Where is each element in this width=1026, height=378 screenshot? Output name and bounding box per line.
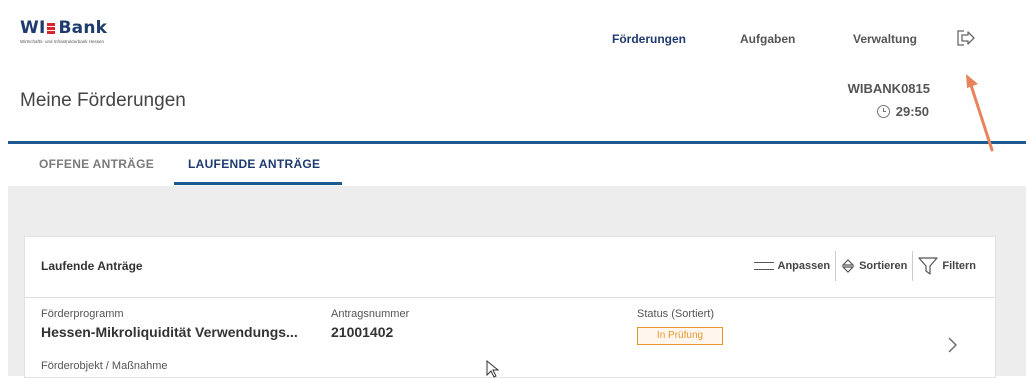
card-header: Laufende Anträge Anpassen Sortieren Filt… [25, 237, 995, 298]
card-toolbar: Anpassen Sortieren Filtern [749, 251, 982, 281]
lines-icon [753, 262, 774, 270]
main-content: Laufende Anträge Anpassen Sortieren Filt… [8, 186, 1026, 378]
adjust-button[interactable]: Anpassen [749, 251, 836, 281]
program-value: Hessen-Mikroliquidität Verwendungs... [41, 324, 298, 340]
card-title: Laufende Anträge [41, 259, 143, 273]
nav-aufgaben[interactable]: Aufgaben [740, 32, 795, 46]
active-tab-indicator [174, 182, 342, 185]
number-value: 21001402 [331, 324, 394, 340]
tab-bar: OFFENE ANTRÄGE LAUFENDE ANTRÄGE [0, 144, 1026, 186]
application-row[interactable]: Förderprogramm Hessen-Mikroliquidität Ve… [25, 298, 995, 378]
annotation-arrow-icon [966, 74, 994, 152]
session-timer: 29:50 [876, 104, 929, 119]
logout-icon[interactable] [955, 28, 977, 48]
sort-button[interactable]: Sortieren [836, 251, 912, 281]
tab-offene-antraege[interactable]: OFFENE ANTRÄGE [39, 157, 154, 171]
app-header: WI Bank Wirtschafts- und Infrastrukturba… [0, 0, 1026, 142]
clock-icon [876, 105, 890, 118]
number-label: Antragsnummer [331, 308, 410, 320]
tab-laufende-antraege[interactable]: LAUFENDE ANTRÄGE [188, 157, 320, 171]
filter-icon [918, 257, 938, 275]
page-title: Meine Förderungen [20, 90, 186, 111]
mouse-cursor-icon [486, 360, 500, 378]
nav-foerderungen[interactable]: Förderungen [612, 32, 686, 46]
program-label: Förderprogramm [41, 308, 124, 320]
logo-bars-icon [47, 22, 56, 35]
session-timer-value: 29:50 [895, 104, 929, 119]
nav-verwaltung[interactable]: Verwaltung [853, 32, 917, 46]
applications-card: Laufende Anträge Anpassen Sortieren Filt… [24, 236, 996, 378]
wibank-logo[interactable]: WI Bank Wirtschafts- und Infrastrukturba… [20, 18, 107, 44]
sort-icon [841, 259, 855, 273]
status-label: Status (Sortiert) [637, 308, 715, 320]
logo-tagline: Wirtschafts- und Infrastrukturbank Hesse… [20, 39, 105, 44]
filter-button[interactable]: Filtern [913, 251, 981, 281]
status-badge: In Prüfung [637, 327, 723, 345]
user-id: WIBANK0815 [847, 81, 930, 96]
object-label: Förderobjekt / Maßnahme [41, 360, 168, 372]
chevron-right-icon[interactable] [943, 336, 961, 354]
